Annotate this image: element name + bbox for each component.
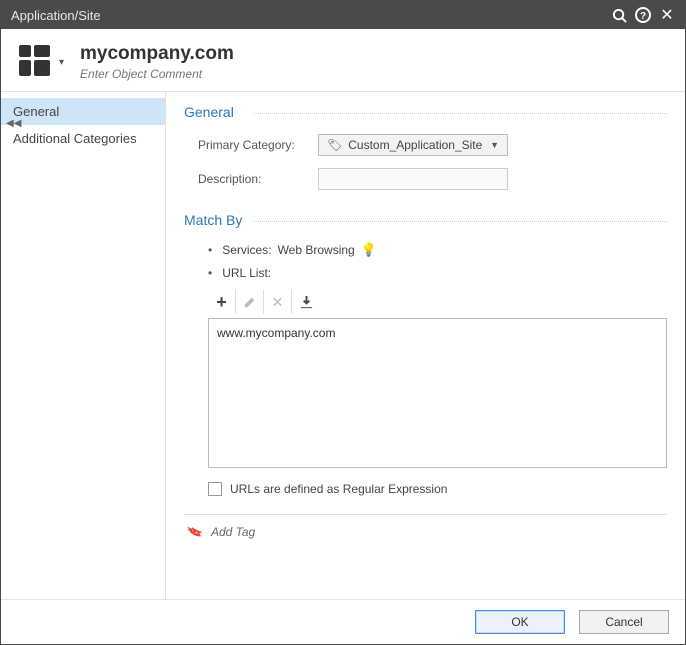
add-tag-button[interactable]: 🔖 Add Tag	[188, 525, 667, 539]
content-panel: General Primary Category: 🏷 Custom_Appli…	[166, 92, 685, 599]
tag-icon: 🏷	[327, 138, 342, 152]
services-row: • Services: Web Browsing 💡	[208, 242, 667, 258]
help-icon[interactable]: ?	[631, 3, 655, 27]
regex-label: URLs are defined as Regular Expression	[230, 482, 447, 496]
services-label: Services:	[222, 243, 271, 257]
section-title-general: General	[184, 104, 667, 122]
object-comment-input[interactable]	[80, 67, 480, 81]
cancel-button[interactable]: Cancel	[579, 610, 669, 634]
sidebar-collapse-icon[interactable]: ◀◀	[6, 118, 21, 129]
url-list-label-row: • URL List:	[208, 266, 667, 280]
sidebar-item-general[interactable]: General	[1, 98, 165, 125]
edit-url-button[interactable]	[236, 290, 264, 314]
primary-category-value: Custom_Application_Site	[348, 138, 482, 152]
primary-category-label: Primary Category:	[198, 138, 308, 152]
regex-checkbox-row: URLs are defined as Regular Expression	[208, 482, 667, 496]
description-label: Description:	[198, 172, 308, 186]
bullet-icon: •	[208, 266, 212, 280]
application-icon	[19, 45, 53, 79]
primary-category-select[interactable]: 🏷 Custom_Application_Site ▼	[318, 134, 508, 156]
url-list-toolbar: + ✕	[208, 290, 667, 314]
divider	[184, 514, 667, 515]
hint-bulb-icon[interactable]: 💡	[361, 242, 377, 258]
import-url-button[interactable]	[292, 290, 320, 314]
url-list[interactable]: www.mycompany.com	[208, 318, 667, 468]
ok-button[interactable]: OK	[475, 610, 565, 634]
description-input[interactable]	[318, 168, 508, 190]
regex-checkbox[interactable]	[208, 482, 222, 496]
close-icon[interactable]: ✕	[655, 3, 679, 27]
sidebar: General Additional Categories	[1, 92, 166, 599]
services-value: Web Browsing	[278, 243, 355, 257]
bullet-icon: •	[208, 243, 212, 257]
url-list-item[interactable]: www.mycompany.com	[217, 325, 658, 341]
icon-picker-caret[interactable]: ▾	[57, 55, 66, 70]
sidebar-item-additional-categories[interactable]: Additional Categories	[1, 125, 165, 152]
object-header: ▾	[1, 29, 685, 92]
object-name-input[interactable]	[80, 43, 480, 65]
section-title-matchby: Match By	[184, 212, 667, 230]
sidebar-item-label: Additional Categories	[13, 131, 137, 146]
add-url-button[interactable]: +	[208, 290, 236, 314]
application-site-dialog: Application/Site ? ✕ ▾ ◀◀ General Additi…	[0, 0, 686, 645]
url-list-label: URL List:	[222, 266, 271, 280]
add-tag-label: Add Tag	[211, 525, 255, 539]
search-icon[interactable]	[607, 3, 631, 27]
window-title: Application/Site	[11, 8, 607, 23]
svg-text:?: ?	[640, 11, 646, 22]
tag-icon: 🔖	[186, 523, 205, 541]
delete-url-button[interactable]: ✕	[264, 290, 292, 314]
dialog-footer: OK Cancel	[1, 599, 685, 644]
sidebar-item-label: General	[13, 104, 59, 119]
titlebar: Application/Site ? ✕	[1, 1, 685, 29]
chevron-down-icon: ▼	[490, 140, 499, 150]
